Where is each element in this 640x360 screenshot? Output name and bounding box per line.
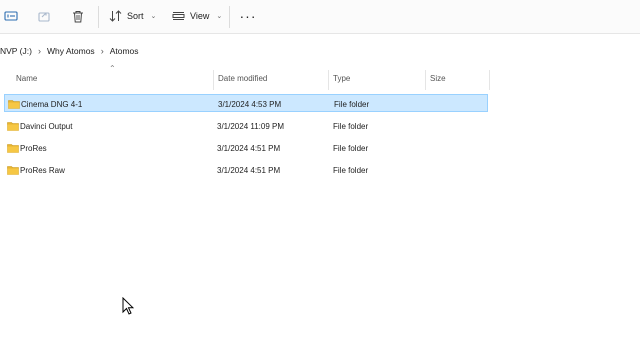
rename-icon[interactable] (0, 5, 22, 27)
column-divider[interactable] (328, 70, 329, 90)
table-row[interactable]: Davinci Output 3/1/2024 11:09 PM File fo… (4, 117, 488, 135)
sort-label: Sort (127, 11, 144, 21)
row-name: Davinci Output (20, 121, 73, 131)
row-name: ProRes (20, 143, 47, 153)
command-bar: Sort ⌄ View ⌄ ··· (0, 0, 640, 34)
share-icon[interactable] (33, 5, 55, 27)
sort-icon (109, 10, 122, 22)
toolbar-divider (98, 6, 99, 28)
rename-glyph (4, 11, 18, 21)
table-row[interactable]: ProRes 3/1/2024 4:51 PM File folder (4, 139, 488, 157)
row-date: 3/1/2024 4:51 PM (217, 165, 281, 175)
breadcrumb: NVP (J:) › Why Atomos › Atomos (0, 44, 139, 58)
column-divider[interactable] (425, 70, 426, 90)
sort-button[interactable]: Sort ⌄ (109, 6, 156, 26)
table-row[interactable]: ProRes Raw 3/1/2024 4:51 PM File folder (4, 161, 488, 179)
column-header: Name Date modified Type Size (0, 66, 490, 90)
row-type: File folder (333, 121, 369, 131)
row-name: Cinema DNG 4-1 (21, 99, 83, 109)
row-type: File folder (333, 143, 369, 153)
column-divider[interactable] (213, 70, 214, 90)
share-glyph (38, 12, 50, 22)
breadcrumb-item-atomos[interactable]: Atomos (110, 46, 139, 56)
column-date-label: Date modified (218, 73, 268, 83)
folder-icon (7, 144, 19, 153)
trash-glyph (73, 10, 83, 22)
row-name: ProRes Raw (20, 165, 65, 175)
row-type: File folder (333, 165, 369, 175)
chevron-down-icon: ⌄ (150, 13, 157, 20)
toolbar-divider (229, 6, 230, 28)
view-label: View (190, 11, 210, 21)
column-type[interactable]: Type (333, 66, 423, 90)
column-divider[interactable] (489, 70, 490, 90)
column-date-modified[interactable]: Date modified (218, 66, 326, 90)
view-button[interactable]: View ⌄ (172, 6, 222, 26)
folder-icon (7, 122, 19, 131)
column-type-label: Type (333, 73, 351, 83)
chevron-right-icon[interactable]: › (101, 46, 104, 56)
row-date: 3/1/2024 11:09 PM (217, 121, 285, 131)
column-size-label: Size (430, 73, 446, 83)
column-size[interactable]: Size (430, 66, 488, 90)
breadcrumb-item-drive[interactable]: NVP (J:) (0, 46, 32, 56)
folder-icon (8, 100, 20, 109)
row-date: 3/1/2024 4:51 PM (217, 143, 281, 153)
chevron-right-icon[interactable]: › (38, 46, 41, 56)
table-row[interactable]: Cinema DNG 4-1 3/1/2024 4:53 PM File fol… (4, 94, 488, 112)
chevron-down-icon: ⌄ (216, 13, 223, 20)
folder-icon (7, 166, 19, 175)
breadcrumb-item-why-atomos[interactable]: Why Atomos (47, 46, 95, 56)
column-name-label: Name (16, 73, 38, 83)
row-type: File folder (334, 99, 370, 109)
view-icon (172, 12, 185, 20)
more-options-icon[interactable]: ··· (238, 6, 258, 26)
mouse-cursor-icon (122, 297, 134, 315)
row-date: 3/1/2024 4:53 PM (218, 99, 282, 109)
delete-icon[interactable] (67, 5, 89, 27)
column-name[interactable]: Name (16, 66, 212, 90)
